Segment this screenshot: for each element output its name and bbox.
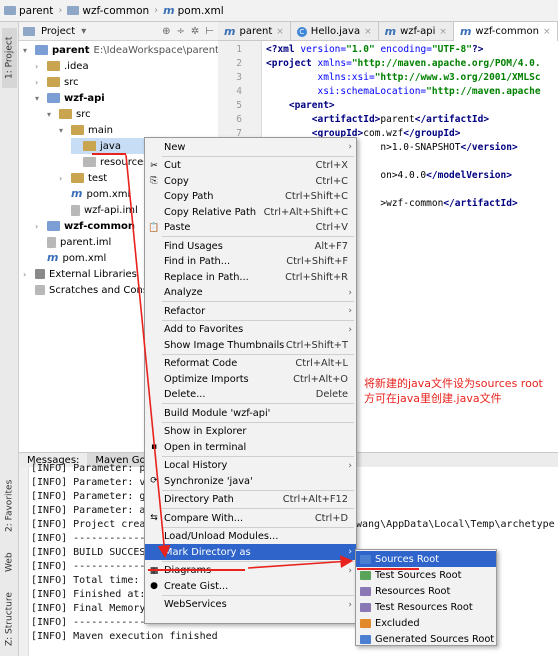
annotation-arrow: [247, 555, 354, 569]
annotation-arrow: [125, 154, 171, 559]
annotation-arrows: [125, 154, 354, 569]
